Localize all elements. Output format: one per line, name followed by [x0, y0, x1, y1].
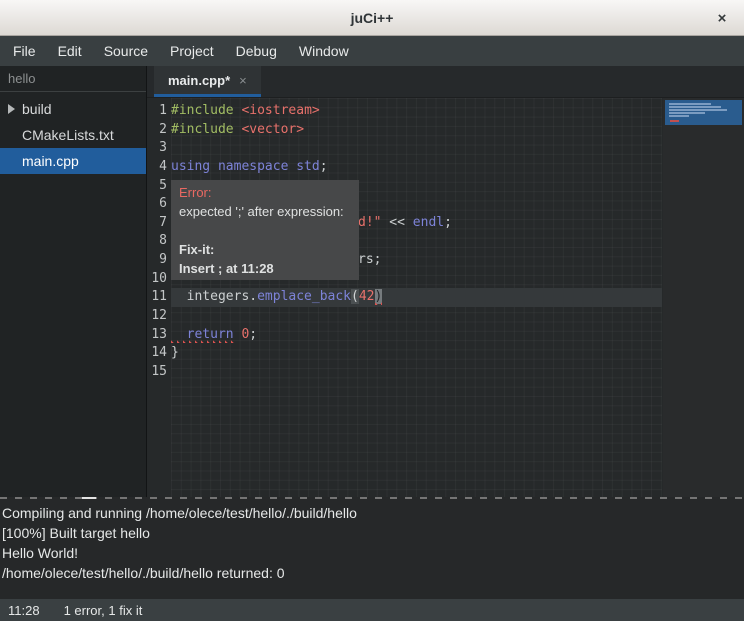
code-token: #include — [171, 122, 241, 137]
line-number: 12 — [147, 307, 167, 326]
minimap-line — [669, 115, 689, 117]
line-number: 5 — [147, 177, 167, 196]
file-tree: buildCMakeLists.txtmain.cpp — [0, 96, 146, 174]
terminal-lines: Compiling and running /home/olece/test/h… — [2, 503, 742, 583]
tooltip-error-label: Error: — [179, 183, 351, 202]
main-row: hello buildCMakeLists.txtmain.cpp main.c… — [0, 66, 744, 497]
terminal-output-line: [100%] Built target hello — [2, 523, 742, 543]
file-tree-item-main-cpp[interactable]: main.cpp — [0, 148, 146, 174]
cursor-position: 11:28 — [8, 603, 40, 618]
code-token: ; — [444, 215, 452, 230]
file-tree-item-cmakelists-txt[interactable]: CMakeLists.txt — [0, 122, 146, 148]
code-line-3[interactable] — [171, 139, 662, 158]
file-tree-sidebar: hello buildCMakeLists.txtmain.cpp — [0, 66, 147, 497]
code-token: <vector> — [241, 122, 304, 137]
line-number: 9 — [147, 251, 167, 270]
terminal-output-line: Hello World! — [2, 543, 742, 563]
line-number: 7 — [147, 214, 167, 233]
minimap-line — [669, 112, 705, 114]
line-number: 11 — [147, 288, 167, 307]
tabbar: main.cpp* × — [147, 66, 744, 98]
code-token: endl — [413, 215, 444, 230]
code-token: d!" — [358, 215, 381, 230]
project-name: hello — [0, 66, 146, 92]
code-token: using namespace std — [171, 159, 320, 174]
code-editor[interactable]: 123456789101112131415 #include <iostream… — [147, 98, 744, 497]
menu-source[interactable]: Source — [93, 38, 159, 64]
code-token: <iostream> — [241, 103, 319, 118]
file-tree-item-build[interactable]: build — [0, 96, 146, 122]
line-number-gutter: 123456789101112131415 — [147, 102, 167, 382]
code-line-15[interactable] — [171, 363, 662, 382]
overview-map-slider[interactable] — [665, 100, 742, 125]
code-token: rs; — [358, 252, 381, 267]
line-number: 14 — [147, 344, 167, 363]
code-line-12[interactable] — [171, 307, 662, 326]
tooltip-error-message: expected ';' after expression: — [179, 202, 351, 221]
line-number: 15 — [147, 363, 167, 382]
code-token: << — [381, 215, 412, 230]
line-number: 8 — [147, 232, 167, 251]
line-number: 3 — [147, 139, 167, 158]
line-number: 1 — [147, 102, 167, 121]
line-number: 13 — [147, 326, 167, 345]
statusbar: 11:28 1 error, 1 fix it — [0, 599, 744, 621]
line-number: 2 — [147, 121, 167, 140]
tooltip-fixit-label: Fix-it: — [179, 240, 351, 259]
code-token: } — [171, 345, 179, 360]
tooltip-fixit-action: Insert ; at 11:28 — [179, 259, 351, 278]
menu-debug[interactable]: Debug — [225, 38, 288, 64]
code-line-14[interactable]: } — [171, 344, 662, 363]
code-token: ) — [375, 289, 383, 304]
code-line-11[interactable]: integers.emplace_back(42) — [171, 288, 662, 307]
editor-column: main.cpp* × 123456789101112131415 #inclu… — [147, 66, 744, 497]
close-icon[interactable]: × — [710, 6, 734, 30]
line-number: 10 — [147, 270, 167, 289]
line-number: 6 — [147, 195, 167, 214]
tooltip-spacer — [179, 221, 351, 240]
pane-splitter-handle[interactable] — [82, 497, 96, 499]
minimap-line — [669, 109, 727, 111]
code-line-4[interactable]: using namespace std; — [171, 158, 662, 177]
app-window: juCi++ × FileEditSourceProjectDebugWindo… — [0, 0, 744, 621]
menu-project[interactable]: Project — [159, 38, 225, 64]
code-line-1[interactable]: #include <iostream> — [171, 102, 662, 121]
line-number: 4 — [147, 158, 167, 177]
minimap-error-mark — [670, 120, 679, 122]
terminal-output-line: /home/olece/test/hello/./build/hello ret… — [2, 563, 742, 583]
menu-window[interactable]: Window — [288, 38, 360, 64]
code-token: emplace_back — [257, 289, 351, 304]
diagnostic-tooltip: Error: expected ';' after expression: Fi… — [171, 180, 359, 280]
tab-label: main.cpp* — [168, 73, 230, 88]
tab-close-icon[interactable]: × — [239, 73, 247, 88]
menu-file[interactable]: File — [2, 38, 47, 64]
minimap-line — [669, 106, 721, 108]
code-token: ; — [249, 327, 257, 342]
overview-map[interactable] — [663, 98, 744, 497]
code-line-2[interactable]: #include <vector> — [171, 121, 662, 140]
code-token: #include — [171, 103, 241, 118]
terminal-output-line: Compiling and running /home/olece/test/h… — [2, 503, 742, 523]
code-token: ; — [320, 159, 328, 174]
menu-edit[interactable]: Edit — [47, 38, 93, 64]
code-line-13[interactable]: return 0; — [171, 326, 662, 345]
build-output-terminal: Compiling and running /home/olece/test/h… — [0, 497, 744, 599]
menubar: FileEditSourceProjectDebugWindow — [0, 36, 744, 66]
code-token: ( — [351, 289, 359, 304]
window-title: juCi++ — [351, 10, 394, 26]
code-token: 42 — [359, 289, 375, 304]
titlebar[interactable]: juCi++ × — [0, 0, 744, 36]
tab-main-cpp[interactable]: main.cpp* × — [154, 66, 261, 97]
diagnostics-summary: 1 error, 1 fix it — [64, 603, 143, 618]
code-token: return — [171, 327, 234, 342]
code-token: integers. — [171, 289, 257, 304]
expand-arrow-icon[interactable] — [8, 104, 15, 114]
minimap-line — [669, 103, 711, 105]
